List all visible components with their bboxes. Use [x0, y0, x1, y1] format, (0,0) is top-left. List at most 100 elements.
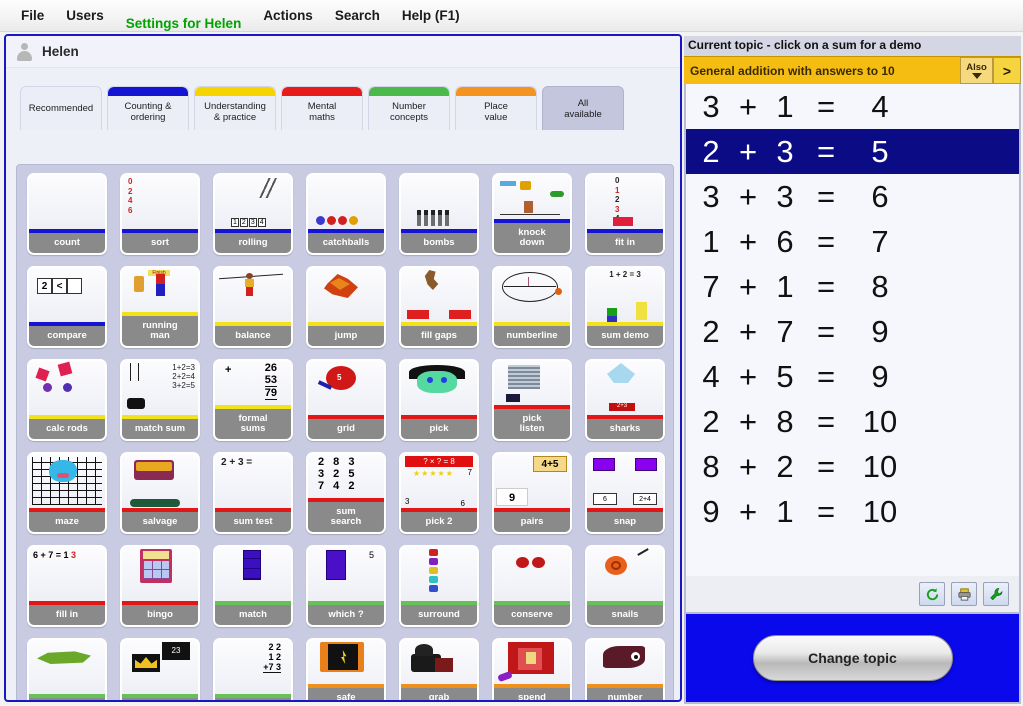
tab-recommended[interactable]: Recommended	[20, 86, 102, 130]
sum-row[interactable]: 7 +1 = 8	[686, 264, 1019, 309]
sum-eq: =	[816, 133, 836, 169]
sum-row[interactable]: 8 +2 = 10	[686, 444, 1019, 489]
also-dropdown-button[interactable]: Also	[960, 57, 993, 84]
activity-thumbnail-match	[215, 547, 291, 601]
activity-label: calc rods	[29, 419, 105, 439]
activity-tile-catchballs[interactable]: catchballs	[306, 173, 386, 255]
menu-item-file[interactable]: File	[10, 4, 55, 27]
sum-b: 3	[776, 178, 794, 214]
activity-tile-knock-down[interactable]: knock down	[492, 173, 572, 255]
activity-tile-rolling[interactable]: 1 2 3 4 rolling	[213, 173, 293, 255]
activity-tile-salvage[interactable]: salvage	[120, 452, 200, 534]
print-button[interactable]	[951, 582, 977, 606]
sum-row[interactable]: 4 +5 = 9	[686, 354, 1019, 399]
activity-thumbnail-sort: 0246	[128, 177, 133, 215]
sum-row[interactable]: 3 +3 = 6	[686, 174, 1019, 219]
menu-item-settings-for-helen[interactable]: Settings for Helen	[115, 12, 253, 31]
sum-row[interactable]: 2 +7 = 9	[686, 309, 1019, 354]
topic-bar: General addition with answers to 10 Also…	[684, 56, 1021, 84]
tool-strip	[684, 576, 1021, 614]
activity-tile-formal-sums[interactable]: + 26 53 79 formal sums	[213, 359, 293, 441]
activity-tile-sharks[interactable]: 2+3 sharks	[585, 359, 665, 441]
activity-tile-jump[interactable]: jump	[306, 266, 386, 348]
sum-row[interactable]: 1 +6 = 7	[686, 219, 1019, 264]
refresh-button[interactable]	[919, 582, 945, 606]
activity-thumbnail-formal-sums: + 26 53 79	[225, 362, 277, 400]
activity-tile-sort[interactable]: 0 2 4 6 sort	[120, 173, 200, 255]
activity-tile-pick-2[interactable]: ? × ? = 8 ★ ★ ★ ★ ★ 7 3 6 pick 2	[399, 452, 479, 534]
activity-tile-maze[interactable]: maze	[27, 452, 107, 534]
sum-result: 9	[871, 358, 889, 394]
tab-counting-ordering[interactable]: Counting & ordering	[107, 86, 189, 130]
activity-tile-fit-in[interactable]: 01234 fit in	[585, 173, 665, 255]
activity-tile-compare[interactable]: 2 < compare	[27, 266, 107, 348]
panel-header: Current topic - click on a sum for a dem…	[684, 36, 1021, 56]
tab-label: Place value	[484, 100, 508, 123]
sum-row[interactable]: 3 +1 = 4	[686, 84, 1019, 129]
activity-tile-fill-gaps[interactable]: fill gaps	[399, 266, 479, 348]
sum-row[interactable]: 9 +1 = 10	[686, 489, 1019, 534]
activity-tile-count[interactable]: count	[27, 173, 107, 255]
wrench-icon	[989, 587, 1002, 600]
menu-item-search[interactable]: Search	[324, 4, 391, 27]
activity-tile-conserve[interactable]: conserve	[492, 545, 572, 627]
activity-tile-3-or-more[interactable]: 2 21 2 +7 3 3 or more	[213, 638, 293, 700]
activity-tile-bombs[interactable]: bombs	[399, 173, 479, 255]
sum-eq: =	[816, 313, 836, 349]
menu-item-users[interactable]: Users	[55, 4, 115, 27]
tab-place-value[interactable]: Place value	[455, 86, 537, 130]
tab-mental-maths[interactable]: Mental maths	[281, 86, 363, 130]
activity-thumbnail-sharks: 2+3	[587, 361, 663, 415]
activity-tile-snap[interactable]: 6 2+4 snap	[585, 452, 665, 534]
sum-result: 10	[862, 403, 898, 439]
activity-tile-grid[interactable]: 5 grid	[306, 359, 386, 441]
activity-tile-sum-test[interactable]: 2 + 3 = sum test	[213, 452, 293, 534]
sum-b: 3	[776, 133, 794, 169]
activity-tile-numberline[interactable]: numberline	[492, 266, 572, 348]
sum-a: 8	[702, 448, 720, 484]
sum-row[interactable]: 2 +3 = 5	[686, 129, 1019, 174]
activity-tile-sum-demo[interactable]: 1 + 2 = 3 sum demo	[585, 266, 665, 348]
activity-tile-bingo[interactable]: bingo	[120, 545, 200, 627]
sum-a: 4	[702, 358, 720, 394]
activity-tile-which[interactable]: 5 which ?	[306, 545, 386, 627]
activity-tile-pairs[interactable]: 4+5 9 pairs	[492, 452, 572, 534]
tab-number-concepts[interactable]: Number concepts	[368, 86, 450, 130]
activity-thumbnail-snap: 6 2+4	[587, 454, 663, 508]
tab-label: Number concepts	[389, 100, 429, 123]
activity-tile-crocodiles[interactable]: crocodiles	[27, 638, 107, 700]
activity-tile-grab-coins[interactable]: grabcoins	[399, 638, 479, 700]
tab-understanding-practice[interactable]: Understanding & practice	[194, 86, 276, 130]
activity-thumbnail-pick	[401, 361, 477, 415]
activity-tile-match[interactable]: match	[213, 545, 293, 627]
change-topic-button[interactable]: Change topic	[752, 635, 953, 681]
sum-a: 2	[702, 403, 720, 439]
activity-tile-pick-listen[interactable]: pick listen	[492, 359, 572, 441]
menu-item-help-f1[interactable]: Help (F1)	[391, 4, 471, 27]
tab-label: All available	[564, 97, 602, 120]
activity-tile-match-sum[interactable]: 1+2=3 2+2=4 3+2=5 match sum	[120, 359, 200, 441]
next-topic-button[interactable]: >	[993, 57, 1021, 84]
activity-tile-running-man[interactable]: Finish running man	[120, 266, 200, 348]
sum-eq: =	[816, 223, 836, 259]
activity-tile-snails[interactable]: snails	[585, 545, 665, 627]
activity-tile-number-build[interactable]: numberbuild	[585, 638, 665, 700]
tab-all-available[interactable]: All available	[542, 86, 624, 130]
activity-tile-spend-coins[interactable]: spendcoins	[492, 638, 572, 700]
activity-tile-calc-rods[interactable]: calc rods	[27, 359, 107, 441]
menu-item-actions[interactable]: Actions	[252, 4, 324, 27]
activity-tile-sum-search[interactable]: 2 8 33 2 57 4 2 sum search	[306, 452, 386, 534]
activity-tile-fill-in[interactable]: 6 + 7 = 1 3 fill in	[27, 545, 107, 627]
sum-op: +	[738, 403, 758, 439]
activity-tile-pick[interactable]: pick	[399, 359, 479, 441]
activity-tile-balance[interactable]: balance	[213, 266, 293, 348]
settings-button[interactable]	[983, 582, 1009, 606]
tab-color-cap	[195, 87, 275, 96]
activity-tile-safe-cracker[interactable]: safecracker	[306, 638, 386, 700]
activity-tile-surround[interactable]: surround	[399, 545, 479, 627]
activity-tile-treasure[interactable]: 23 treasure	[120, 638, 200, 700]
sum-op: +	[738, 358, 758, 394]
sum-a: 7	[702, 268, 720, 304]
printer-icon	[957, 587, 971, 601]
sum-row[interactable]: 2 +8 = 10	[686, 399, 1019, 444]
